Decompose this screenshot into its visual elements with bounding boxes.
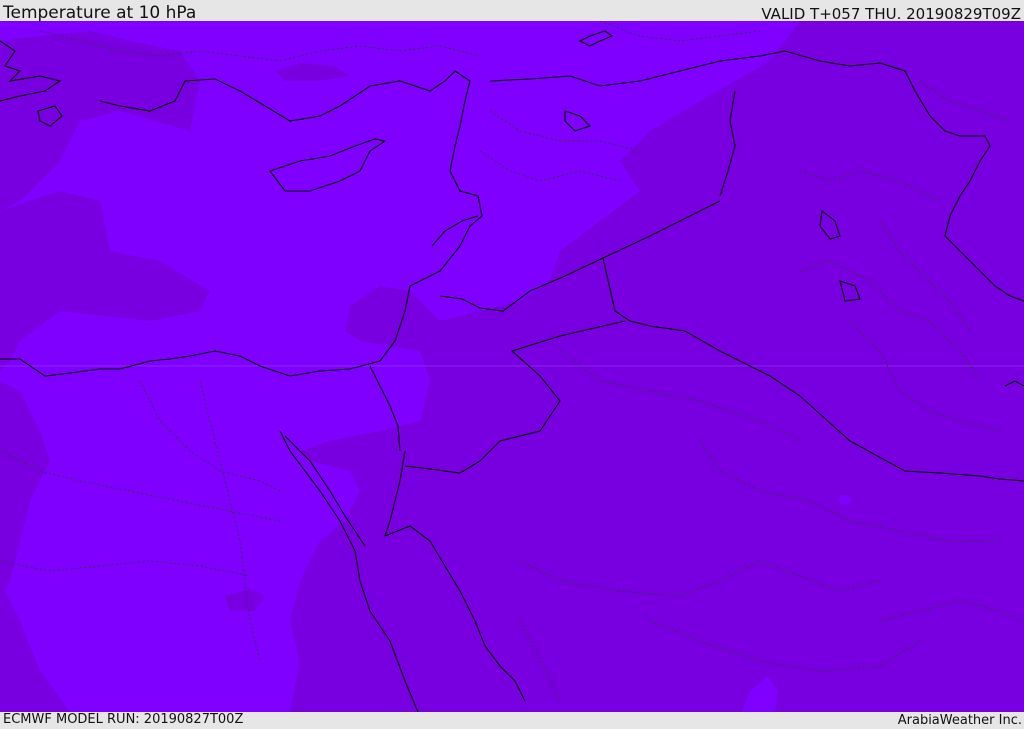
model-run-label: ECMWF MODEL RUN: 20190827T00Z <box>3 712 244 727</box>
map-header: Temperature at 10 hPa VALID T+057 THU. 2… <box>0 0 1024 23</box>
forecast-map-view: Temperature at 10 hPa VALID T+057 THU. 2… <box>0 0 1024 729</box>
map-footer: ECMWF MODEL RUN: 20190827T00Z ArabiaWeat… <box>0 712 1024 729</box>
credit-label: ArabiaWeather Inc. <box>897 713 1022 728</box>
map-title: Temperature at 10 hPa <box>3 3 197 23</box>
cool-patch-iraq <box>839 495 851 505</box>
temperature-map <box>0 21 1024 712</box>
map-canvas[interactable] <box>0 21 1024 712</box>
